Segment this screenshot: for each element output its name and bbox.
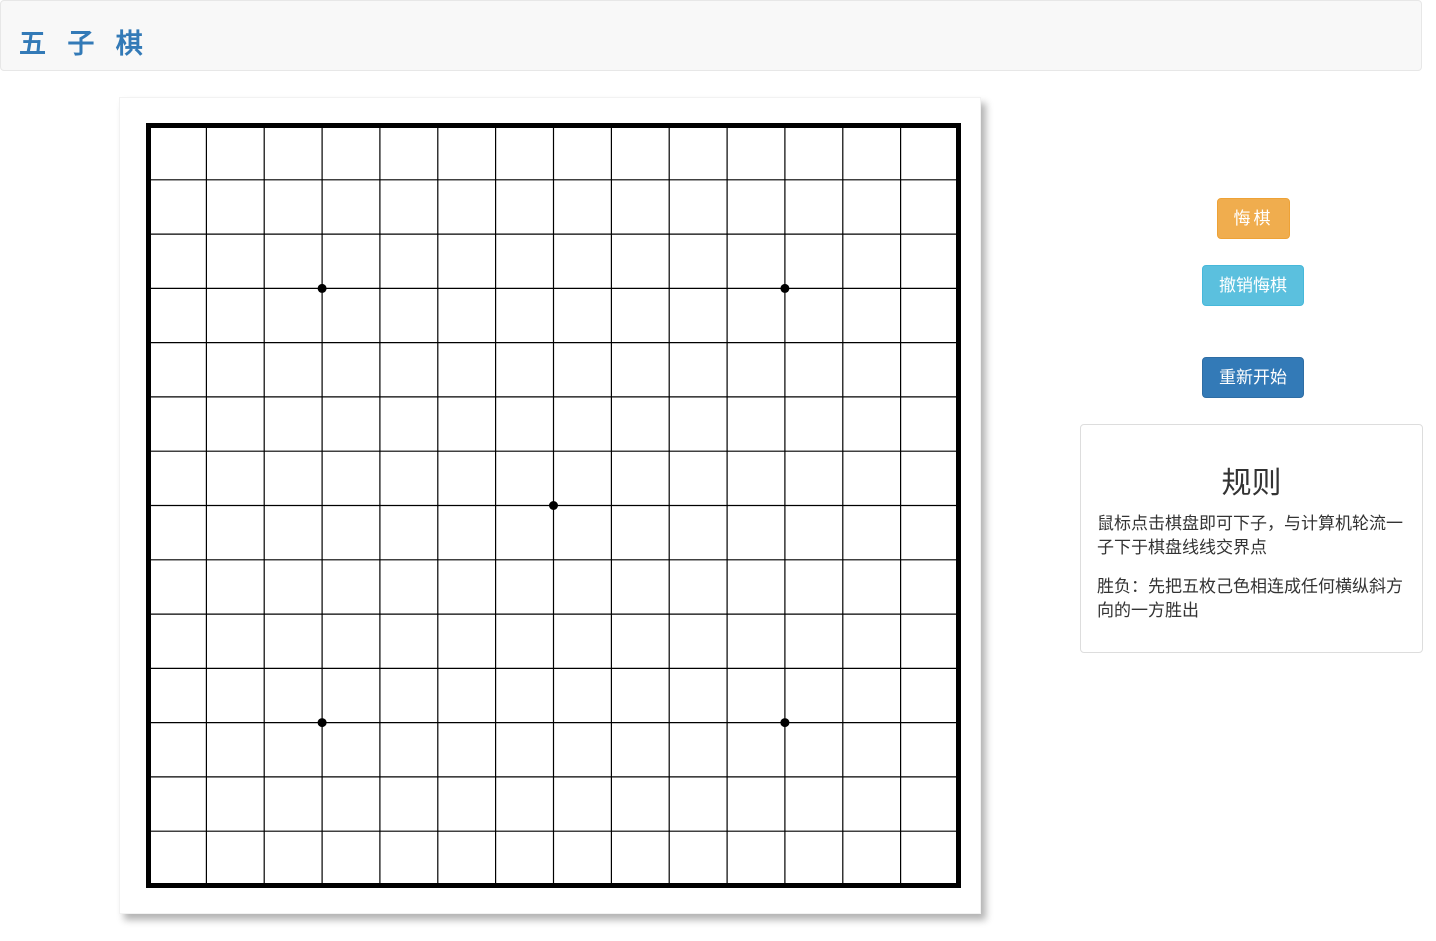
star-point	[317, 283, 327, 293]
star-point	[780, 718, 790, 728]
rules-panel: 规则 鼠标点击棋盘即可下子，与计算机轮流一子下于棋盘线线交界点 胜负：先把五枚己…	[1080, 424, 1423, 653]
navbar: 五 子 棋	[0, 0, 1422, 71]
star-point	[780, 283, 790, 293]
board-container	[119, 97, 981, 914]
star-point	[317, 718, 327, 728]
rules-title: 规则	[1221, 466, 1282, 501]
cancel-undo-button[interactable]: 撤销悔棋	[1202, 265, 1304, 306]
rules-how-to-play: 鼠标点击棋盘即可下子，与计算机轮流一子下于棋盘线线交界点	[1097, 514, 1403, 558]
app-title: 五 子 棋	[19, 29, 149, 60]
star-point	[549, 501, 558, 510]
undo-button[interactable]: 悔棋	[1217, 198, 1290, 239]
rules-win-condition: 胜负：先把五枚己色相连成任何横纵斜方向的一方胜出	[1097, 577, 1403, 621]
gomoku-board[interactable]	[120, 98, 980, 913]
restart-button[interactable]: 重新开始	[1202, 357, 1304, 398]
